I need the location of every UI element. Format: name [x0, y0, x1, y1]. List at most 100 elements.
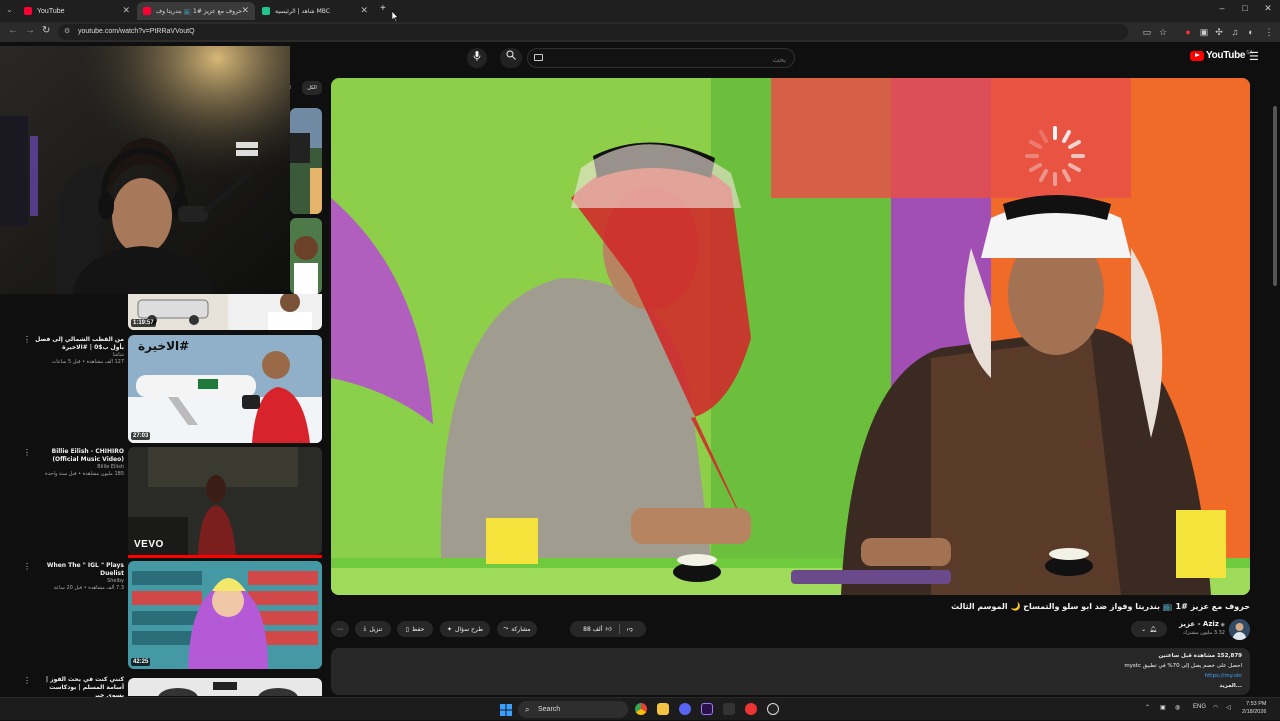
recommended-meta: Billie Eilish - CHIHIRO (Official Music … — [30, 448, 124, 478]
duration-badge: 1:19:57 — [131, 319, 156, 327]
profile-icon[interactable]: ◐ — [1245, 26, 1257, 38]
media-controls-icon[interactable]: ♫ — [1229, 26, 1241, 38]
recommended-thumbnail[interactable]: vevo — [128, 447, 322, 555]
scrollbar-thumb[interactable] — [1273, 106, 1277, 286]
recommended-stats: 185 مليون مشاهدة • قبل سنة واحدة — [45, 471, 124, 477]
recommended-thumbnail[interactable] — [128, 678, 322, 696]
description-link[interactable]: https://my.stc — [1205, 673, 1242, 679]
file-explorer-icon[interactable] — [657, 703, 669, 715]
more-actions-button[interactable]: ⋯ — [331, 621, 349, 637]
site-info-icon[interactable]: ⚙ — [64, 24, 70, 40]
recommended-thumbnail[interactable]: #الاخيرة 27:03 — [128, 335, 322, 443]
cast-icon[interactable]: ▭ — [1141, 26, 1153, 38]
maximize-button[interactable]: □ — [1238, 3, 1252, 13]
download-label: تنزيل — [369, 625, 383, 633]
taskbar-search[interactable]: ⌕ Search — [518, 701, 628, 718]
close-icon[interactable]: ✕ — [122, 5, 130, 16]
shahid-favicon-icon — [262, 7, 270, 15]
tray-app-icon[interactable]: ◍ — [1175, 704, 1180, 711]
obs-icon[interactable] — [767, 703, 779, 715]
time-text[interactable]: 7:53 PM — [1246, 701, 1266, 707]
microphone-icon[interactable] — [467, 48, 487, 68]
browser-menu-icon[interactable]: ⋮ — [1263, 26, 1275, 38]
tab-current-video[interactable]: حروف مع عزيز #1 📺 بندريتا وف… ✕ — [137, 2, 255, 20]
view-stats: 152,879 مشاهدة قبل ساعتين — [1158, 653, 1242, 659]
close-icon[interactable]: ✕ — [360, 5, 368, 16]
like-button[interactable]: ألف 88 👍︎ — [583, 625, 612, 634]
sparkle-icon: ✦ — [446, 625, 452, 633]
save-button[interactable]: ▯ حفظ — [397, 621, 433, 637]
recommended-stats: 127 ألف مشاهدة • قبل 5 ساعات — [51, 359, 124, 365]
tray-chevron-icon[interactable]: ⌃ — [1145, 704, 1150, 711]
recorder-icon[interactable] — [745, 703, 757, 715]
tab-youtube[interactable]: YouTube ✕ — [18, 2, 136, 20]
close-window-button[interactable]: ✕ — [1261, 3, 1275, 14]
premiere-icon[interactable] — [701, 703, 713, 715]
search-input[interactable] — [528, 51, 794, 69]
thumbs-down-icon[interactable]: 👎︎ — [627, 625, 633, 633]
recommended-channel[interactable]: Billie Eilish — [30, 464, 124, 471]
share-button[interactable]: ⤳ مشاركة — [497, 621, 537, 637]
tray-app-icon[interactable]: ▣ — [1160, 704, 1166, 711]
recommended-channel[interactable]: Shelby — [30, 578, 124, 585]
page-scrollbar[interactable] — [1273, 46, 1277, 696]
chrome-icon[interactable] — [635, 703, 647, 715]
youtube-favicon-icon — [143, 7, 151, 15]
duration-badge: 42:25 — [131, 658, 151, 666]
recommended-channel[interactable]: شاشا — [30, 352, 124, 359]
browser-tab-strip: ⌄ YouTube ✕ حروف مع عزيز #1 📺 بندريتا وف… — [0, 0, 1280, 23]
recommended-thumbnail[interactable] — [290, 218, 322, 294]
description-line: احصل على خصم يصل إلى 70% في تطبيق mystc — [1124, 663, 1242, 669]
wifi-icon[interactable]: ◠ — [1213, 704, 1218, 711]
recommended-title[interactable]: When The " IGL " Plays Duelist — [30, 562, 124, 578]
volume-icon[interactable]: ◁ — [1226, 704, 1231, 711]
tab-mbc-shahid[interactable]: شاهد | الرئيسية MBC ✕ — [256, 2, 374, 20]
bookmark-star-icon[interactable]: ☆ — [1157, 26, 1169, 38]
youtube-play-icon — [1190, 50, 1204, 61]
search-icon[interactable] — [500, 48, 522, 68]
address-bar[interactable]: ⚙ youtube.com/watch?v=PtRRaVVoutQ — [58, 24, 1128, 40]
new-tab-button[interactable]: + — [380, 3, 386, 14]
duration-badge: 27:03 — [131, 432, 151, 440]
minimize-button[interactable]: – — [1215, 3, 1229, 13]
taskbar-search-label: Search — [538, 706, 561, 713]
filter-chip-all[interactable]: الكل — [302, 81, 322, 95]
chevron-down-icon: ⌄ — [1141, 625, 1147, 633]
close-icon[interactable]: ✕ — [241, 5, 249, 16]
watched-progress-bar — [128, 555, 322, 558]
extension-icon[interactable]: ▣ — [1198, 26, 1210, 38]
recommended-thumbnail[interactable]: 42:25 — [128, 561, 322, 669]
terminal-icon[interactable] — [723, 703, 735, 715]
keyboard-icon[interactable] — [534, 54, 543, 61]
language-indicator[interactable]: ENG — [1193, 704, 1206, 710]
youtube-favicon-icon — [24, 7, 32, 15]
divider — [618, 624, 620, 634]
notification-bell-button[interactable]: ⌄ 🔔︎ — [1131, 621, 1167, 637]
download-button[interactable]: ⤓ تنزيل — [355, 621, 391, 637]
discord-icon[interactable] — [679, 703, 691, 715]
channel-avatar[interactable] — [1229, 619, 1250, 640]
date-text[interactable]: 2/18/2026 — [1242, 709, 1266, 715]
windows-start-icon[interactable] — [500, 703, 512, 716]
reload-icon[interactable]: ↻ — [42, 25, 50, 36]
tab-search-icon[interactable]: ⌄ — [6, 5, 13, 14]
video-player[interactable] — [331, 78, 1250, 595]
streamer-webcam-overlay — [0, 46, 290, 294]
description-box[interactable]: 152,879 مشاهدة قبل ساعتين احصل على خصم ي… — [331, 648, 1250, 695]
bell-icon: 🔔︎ — [1149, 625, 1157, 633]
youtube-logo[interactable]: YouTube SA — [1190, 50, 1253, 61]
share-label: مشاركة — [511, 625, 531, 633]
back-icon[interactable]: ← — [8, 25, 18, 36]
recommended-thumbnail[interactable] — [290, 108, 322, 214]
hamburger-menu-icon[interactable]: ☰ — [1249, 50, 1259, 63]
show-more-link[interactable]: ...المزيد — [1219, 683, 1242, 689]
recommended-thumbnail[interactable]: 1:19:57 — [128, 294, 322, 330]
extension-record-icon[interactable]: ● — [1182, 26, 1194, 38]
forward-icon[interactable]: → — [25, 25, 35, 36]
search-field[interactable] — [527, 48, 795, 69]
recommended-title[interactable]: Billie Eilish - CHIHIRO (Official Music … — [30, 448, 124, 464]
ask-button[interactable]: ✦ طرح سؤال — [440, 621, 490, 637]
recommended-title[interactable]: من القطب الشمالي إلى فصل بأول ب$0 | #الا… — [30, 336, 124, 352]
share-icon: ⤳ — [503, 625, 509, 632]
extensions-puzzle-icon[interactable]: ✣ — [1213, 26, 1225, 38]
